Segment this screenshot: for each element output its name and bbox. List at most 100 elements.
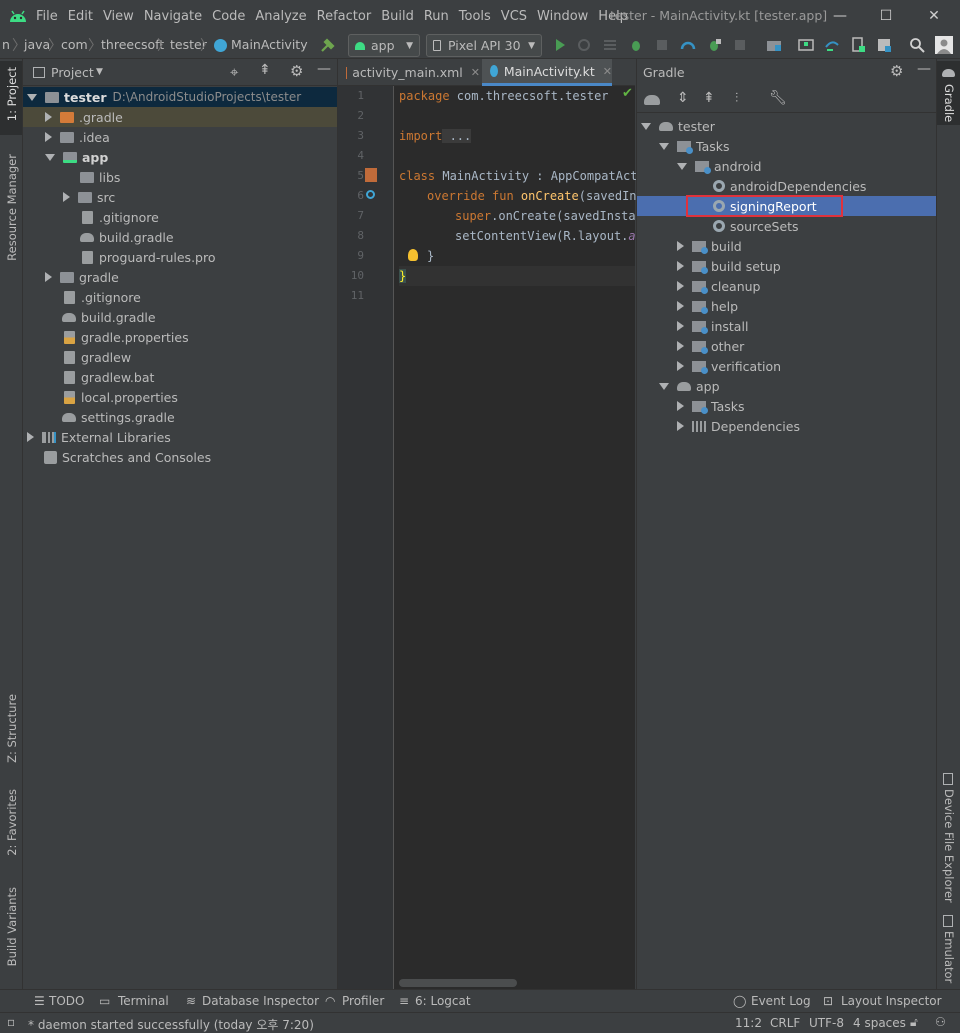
tool-tab-logcat[interactable]: 6: Logcat <box>415 994 471 1008</box>
tool-tab-build-variants[interactable]: Build Variants <box>5 887 19 966</box>
device-select[interactable]: Pixel API 30 ▼ <box>426 34 542 57</box>
gradle-tree-build[interactable]: build <box>637 236 936 256</box>
gradle-tree-app-dependencies[interactable]: Dependencies <box>637 416 936 436</box>
tool-tab-database-inspector[interactable]: Database Inspector <box>202 994 319 1008</box>
tree-row-app[interactable]: app <box>23 147 337 167</box>
profiler-gauge-icon[interactable] <box>680 37 696 53</box>
resource-manager-icon[interactable] <box>876 37 892 53</box>
avd-manager-icon[interactable] <box>798 37 814 53</box>
tool-tab-favorites[interactable]: 2: Favorites <box>5 789 19 856</box>
tree-row-src[interactable]: src <box>23 187 337 207</box>
breadcrumb-item[interactable]: n <box>2 37 10 52</box>
gradle-tree-root[interactable]: tester <box>637 116 936 136</box>
tree-row-libs[interactable]: libs <box>23 167 337 187</box>
debug-icon[interactable] <box>628 37 644 53</box>
tree-row-root-build-gradle[interactable]: build.gradle <box>23 307 337 327</box>
tree-row-app-gitignore[interactable]: .gitignore <box>23 207 337 227</box>
tool-tab-structure[interactable]: Z: Structure <box>5 694 19 763</box>
gradle-tree-verification[interactable]: verification <box>637 356 936 376</box>
gradle-tree-app-tasks[interactable]: Tasks <box>637 396 936 416</box>
horizontal-scrollbar[interactable] <box>399 979 517 987</box>
inspector-hector-icon[interactable]: ⚇ <box>935 1015 946 1029</box>
gear-icon[interactable]: ⚙ <box>290 62 303 80</box>
tool-tab-resource-manager[interactable]: Resource Manager <box>5 154 19 261</box>
project-structure-icon[interactable] <box>766 37 782 53</box>
tree-row-scratches[interactable]: Scratches and Consoles <box>23 447 337 467</box>
tool-tab-profiler[interactable]: Profiler <box>342 994 384 1008</box>
menu-refactor[interactable]: Refactor <box>317 9 372 24</box>
gradle-tree-other[interactable]: other <box>637 336 936 356</box>
menu-file[interactable]: File <box>36 9 58 24</box>
menu-run[interactable]: Run <box>424 9 449 24</box>
apply-code-changes-icon[interactable] <box>602 37 618 53</box>
line-separator[interactable]: CRLF <box>770 1016 800 1030</box>
menu-analyze[interactable]: Analyze <box>255 9 306 24</box>
attach-debugger-icon[interactable] <box>706 37 722 53</box>
tool-tab-gradle[interactable]: Gradle <box>942 84 956 122</box>
tree-row-external-libraries[interactable]: External Libraries <box>23 427 337 447</box>
chevron-down-icon[interactable]: ▼ <box>96 67 103 77</box>
status-message[interactable]: * daemon started successfully (today 오후 … <box>28 1016 314 1033</box>
toggle-offline-icon[interactable]: ⫶ <box>735 91 738 106</box>
hide-panel-icon[interactable]: — <box>917 61 931 77</box>
maximize-button[interactable]: ☐ <box>866 0 906 32</box>
search-icon[interactable] <box>909 37 925 53</box>
sync-gradle-icon[interactable] <box>824 37 840 53</box>
lightbulb-icon[interactable] <box>408 249 418 261</box>
close-tab-icon[interactable]: ✕ <box>471 66 480 79</box>
layout-preview-icon[interactable] <box>365 168 377 182</box>
file-encoding[interactable]: UTF-8 <box>809 1016 844 1030</box>
no-problems-check-icon[interactable]: ✔ <box>622 86 633 101</box>
override-marker-icon[interactable] <box>366 190 375 199</box>
code-editor[interactable]: 1 2 3 4 5 6 7 8 9 10 11 package com.thre… <box>338 86 645 989</box>
menu-navigate[interactable]: Navigate <box>144 9 202 24</box>
wrench-settings-icon[interactable]: 🔧︎ <box>769 90 787 106</box>
tool-tab-layout-inspector[interactable]: Layout Inspector <box>841 994 942 1008</box>
tree-row-root-gitignore[interactable]: .gitignore <box>23 287 337 307</box>
expand-all-icon[interactable]: ⇕ <box>677 90 689 106</box>
apply-changes-icon[interactable] <box>576 37 592 53</box>
menu-window[interactable]: Window <box>537 9 588 24</box>
hammer-build-icon[interactable] <box>320 37 336 53</box>
tree-row-gradlew[interactable]: gradlew <box>23 347 337 367</box>
tree-row-gradle-folder[interactable]: gradle <box>23 267 337 287</box>
collapse-all-icon[interactable]: ⇞ <box>703 90 715 106</box>
tree-row-gradle-hidden[interactable]: .gradle <box>23 107 337 127</box>
minimize-button[interactable]: — <box>820 0 860 32</box>
menu-vcs[interactable]: VCS <box>501 9 527 24</box>
tool-tab-todo[interactable]: TODO <box>49 994 84 1008</box>
tab-main-activity-kt[interactable]: MainActivity.kt ✕ <box>482 59 612 86</box>
gradle-tree-cleanup[interactable]: cleanup <box>637 276 936 296</box>
collapse-all-icon[interactable]: ⇞ <box>259 62 271 78</box>
menu-code[interactable]: Code <box>212 9 245 24</box>
menu-view[interactable]: View <box>103 9 134 24</box>
gradle-tree-app[interactable]: app <box>637 376 936 396</box>
close-button[interactable]: ✕ <box>914 0 954 32</box>
tree-row-local-properties[interactable]: local.properties <box>23 387 337 407</box>
breadcrumb-item[interactable]: MainActivity <box>231 37 308 52</box>
close-tab-icon[interactable]: ✕ <box>603 65 612 78</box>
gradle-tree-tasks[interactable]: Tasks <box>637 136 936 156</box>
run-icon[interactable] <box>552 37 568 53</box>
locate-crosshair-icon[interactable]: ⌖ <box>230 63 238 81</box>
menu-tools[interactable]: Tools <box>459 9 491 24</box>
stop-icon[interactable] <box>732 37 748 53</box>
hide-panel-icon[interactable]: — <box>317 61 331 77</box>
tool-tab-emulator[interactable]: Emulator <box>942 931 956 983</box>
tree-row-root[interactable]: tester D:\AndroidStudioProjects\tester <box>23 87 337 107</box>
unlock-icon[interactable]: 🔓︎ <box>910 1015 918 1030</box>
tree-row-app-build-gradle[interactable]: build.gradle <box>23 227 337 247</box>
gear-icon[interactable]: ⚙ <box>890 62 903 80</box>
folded-imports[interactable]: ... <box>442 129 472 143</box>
menu-build[interactable]: Build <box>381 9 414 24</box>
run-config-select[interactable]: app ▼ <box>348 34 420 57</box>
gradle-task-source-sets[interactable]: sourceSets <box>637 216 936 236</box>
sdk-manager-icon[interactable] <box>850 37 866 53</box>
caret-position[interactable]: 11:2 <box>735 1016 762 1030</box>
breadcrumb-item[interactable]: com <box>61 37 88 52</box>
reload-gradle-icon[interactable] <box>644 95 660 105</box>
gradle-tree-android[interactable]: android <box>637 156 936 176</box>
tool-tab-terminal[interactable]: Terminal <box>118 994 169 1008</box>
toggle-tool-windows-icon[interactable]: ▫ <box>7 1015 15 1029</box>
tree-row-settings-gradle[interactable]: settings.gradle <box>23 407 337 427</box>
